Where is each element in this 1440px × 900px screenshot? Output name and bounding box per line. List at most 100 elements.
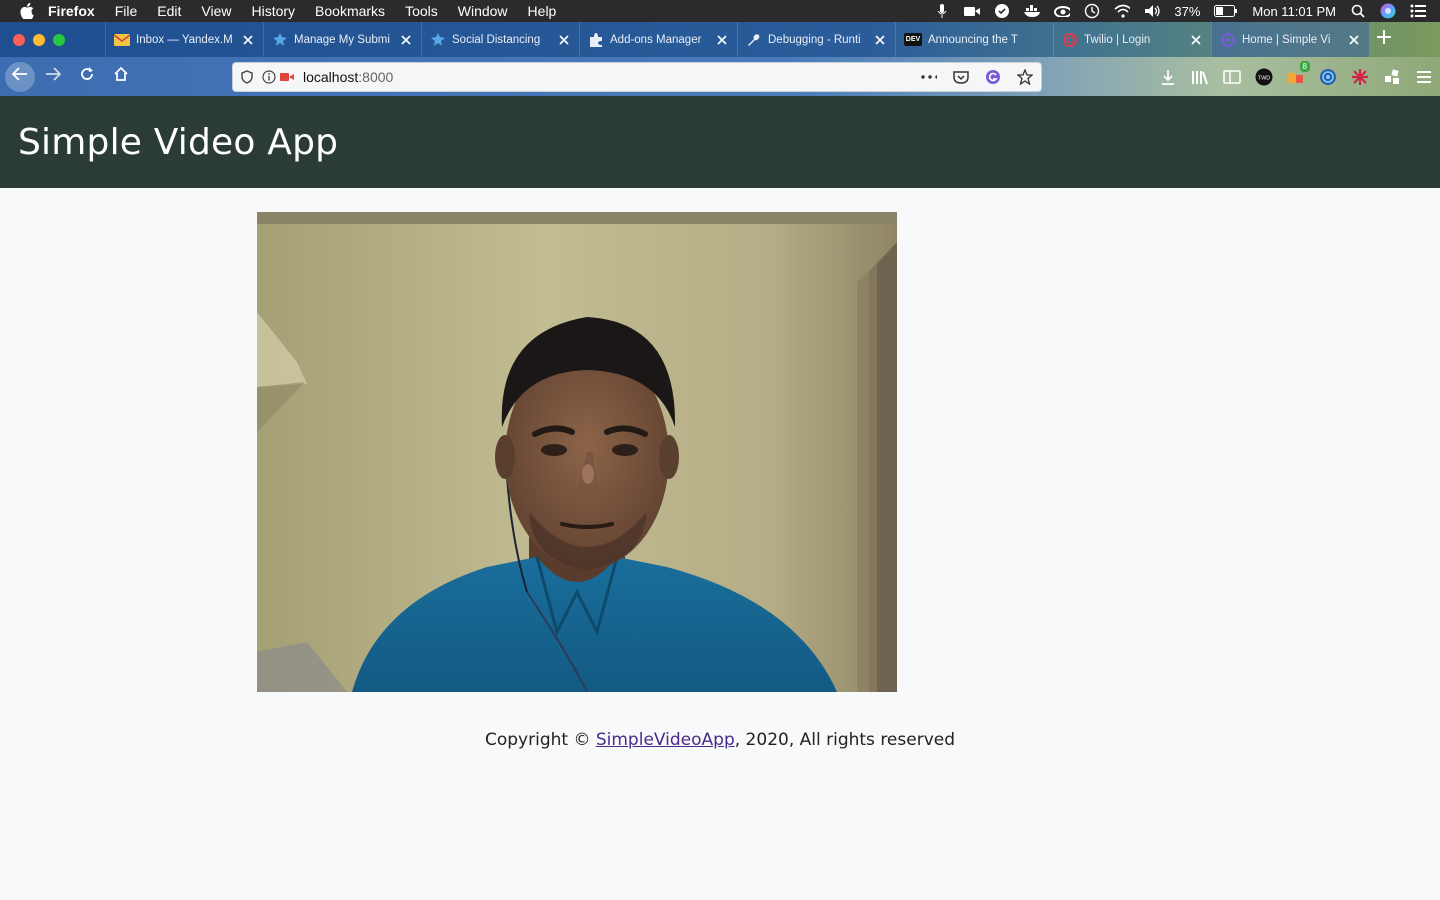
clock[interactable]: Mon 11:01 PM [1252,4,1336,19]
info-icon[interactable] [261,69,277,85]
close-window-button[interactable] [13,33,25,46]
home-button[interactable] [105,61,137,93]
tab-inbox[interactable]: Inbox — Yandex.M [105,22,263,57]
menu-app-name[interactable]: Firefox [48,3,95,19]
reload-button[interactable] [71,61,103,93]
tab-social-distancing[interactable]: Social Distancing [421,22,579,57]
forward-arrow-icon [45,67,62,86]
puzzle-icon [588,32,604,48]
menu-history[interactable]: History [251,3,295,19]
footer-app-link[interactable]: SimpleVideoApp [596,730,735,750]
time-machine-icon[interactable] [1084,3,1100,19]
menu-view[interactable]: View [201,3,231,19]
globe-extension-icon[interactable] [1318,67,1338,87]
docker-icon[interactable] [1024,4,1041,18]
tab-title: Social Distancing [452,33,541,46]
tab-manage-submissions[interactable]: Manage My Submi [263,22,421,57]
page-title: Simple Video App [18,121,339,163]
shield-icon[interactable] [239,69,255,85]
menu-bookmarks[interactable]: Bookmarks [315,3,385,19]
twilio-icon [1062,32,1078,48]
menu-file[interactable]: File [115,3,138,19]
menu-help[interactable]: Help [528,3,557,19]
tab-title: Announcing the T [928,33,1018,46]
tab-twilio-login[interactable]: Twilio | Login [1053,22,1211,57]
browser-tab-strip: Inbox — Yandex.M Manage My Submi Social … [0,22,1440,57]
minimize-window-button[interactable] [33,33,45,46]
snowflake-extension-icon[interactable] [1350,67,1370,87]
volume-icon[interactable] [1144,4,1161,18]
footer-copyright-suffix: , 2020, All rights reserved [734,730,956,750]
url-bar[interactable]: localhost:8000 [232,62,1042,92]
app-header: Simple Video App [0,96,1440,188]
extensions-grid-icon[interactable] [1382,67,1402,87]
apple-icon[interactable] [20,3,34,19]
tab-title: Debugging - Runti [768,33,861,46]
dev-icon: DEV [904,33,922,46]
close-icon[interactable] [557,33,571,47]
page-actions-icon[interactable] [921,69,937,85]
notification-center-icon[interactable] [1410,4,1426,18]
close-icon[interactable] [241,33,255,47]
reload-icon [79,66,95,87]
creative-cloud-icon[interactable] [1054,4,1071,18]
mail-icon [114,32,130,48]
tab-title: Twilio | Login [1084,33,1151,46]
close-icon[interactable] [873,33,887,47]
bookmark-star-icon[interactable] [1017,69,1033,85]
check-circle-icon[interactable] [994,4,1010,18]
tab-title: Home | Simple Vi [1242,33,1331,46]
wifi-icon[interactable] [1114,4,1131,18]
webcam-frame-image [257,212,897,692]
sidebar-icon[interactable] [1222,67,1242,87]
close-icon[interactable] [1347,33,1361,47]
zoom-window-button[interactable] [53,33,65,46]
browser-navigation-bar: localhost:8000 TWD 8 [0,57,1440,96]
camera-sharing-icon[interactable] [279,69,295,85]
grammarly-icon[interactable] [985,69,1001,85]
plus-icon [1377,30,1391,49]
camera-icon[interactable] [964,4,981,18]
menu-tools[interactable]: Tools [405,3,438,19]
pocket-icon[interactable] [953,69,969,85]
extension-badge-icon[interactable]: 8 [1286,60,1310,87]
menu-edit[interactable]: Edit [157,3,181,19]
toolbar-actions: TWD 8 [1158,57,1434,96]
forward-button[interactable] [37,61,69,93]
wrench-icon [746,32,762,48]
url-text[interactable]: localhost:8000 [303,69,393,85]
footer-copyright-prefix: Copyright © [484,730,596,750]
close-icon[interactable] [715,33,729,47]
extension-badge-count: 8 [1299,60,1310,72]
svg-text:TWD: TWD [1258,75,1271,81]
back-arrow-icon [11,67,28,86]
page-footer: Copyright © SimpleVideoApp, 2020, All ri… [0,730,1440,750]
tab-debugging[interactable]: Debugging - Runti [737,22,895,57]
battery-icon[interactable] [1214,4,1238,18]
spotlight-search-icon[interactable] [1350,4,1366,18]
close-icon[interactable] [1189,33,1203,47]
close-icon[interactable] [399,33,413,47]
siri-icon[interactable] [1380,3,1396,19]
back-button[interactable] [5,61,35,92]
menu-window[interactable]: Window [458,3,508,19]
puzzle-blue-icon [272,32,288,48]
hamburger-menu-icon[interactable] [1414,67,1434,87]
tab-addons-manager[interactable]: Add-ons Manager [579,22,737,57]
tab-announcing[interactable]: DEV Announcing the T [895,22,1053,57]
downloads-icon[interactable] [1158,67,1178,87]
app-icon [1220,32,1236,48]
twd-extension-icon[interactable]: TWD [1254,67,1274,87]
tab-home-simple-video[interactable]: Home | Simple Vi [1211,22,1369,57]
url-host: localhost [303,69,359,85]
tab-title: Manage My Submi [294,33,390,46]
menu-bar-status: 37% Mon 11:01 PM [934,0,1426,22]
new-tab-button[interactable] [1369,22,1399,57]
battery-percent: 37% [1174,3,1201,19]
tab-title: Inbox — Yandex.M [136,33,233,46]
microphone-icon[interactable] [934,4,950,18]
tab-title: Add-ons Manager [610,33,702,46]
home-icon [113,66,129,87]
url-port: :8000 [358,69,394,85]
library-icon[interactable] [1190,67,1210,87]
